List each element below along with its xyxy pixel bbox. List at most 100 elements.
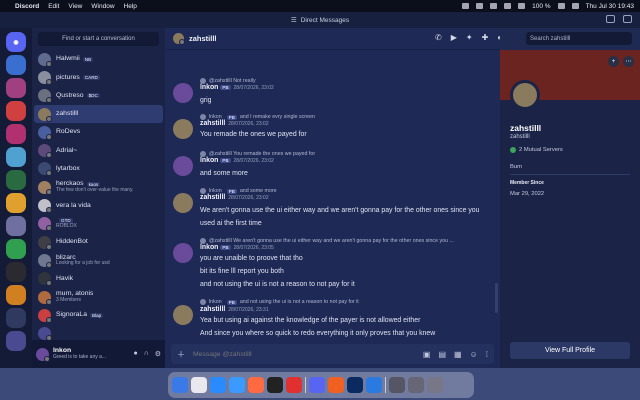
- avatar[interactable]: [173, 243, 193, 263]
- finder-icon[interactable]: [172, 377, 188, 393]
- server-icon[interactable]: [6, 193, 26, 213]
- add-attachment-icon[interactable]: ＋: [177, 349, 185, 360]
- pin-icon[interactable]: ✦: [466, 33, 473, 42]
- chatgpt-icon[interactable]: [267, 377, 283, 393]
- inbox-icon[interactable]: [606, 15, 615, 23]
- server-icon[interactable]: [6, 262, 26, 282]
- server-icon[interactable]: [6, 124, 26, 144]
- dm-list-item[interactable]: Qustreso $DC: [32, 87, 165, 105]
- status-icon[interactable]: [490, 3, 498, 9]
- photos-icon[interactable]: [248, 377, 264, 393]
- search-icon[interactable]: [571, 3, 579, 9]
- add-friend-icon[interactable]: +: [608, 56, 619, 67]
- server-icon[interactable]: [6, 170, 26, 190]
- dm-list-item[interactable]: blizarc Looking for a job for usd: [32, 251, 165, 269]
- mutual-servers[interactable]: 2 Mutual Servers: [510, 147, 563, 153]
- dm-list-item[interactable]: Havik: [32, 270, 165, 288]
- avatar[interactable]: [173, 156, 193, 176]
- app-icon[interactable]: [366, 377, 382, 393]
- reply-preview[interactable]: lnkon PB and not using the ui is not a rea…: [200, 299, 359, 305]
- avatar[interactable]: [173, 83, 193, 103]
- dm-list-item[interactable]: Halwmii NB: [32, 50, 165, 68]
- profile-toggle-icon[interactable]: ◐: [497, 33, 502, 42]
- dm-list-item[interactable]: GTD ROBLOX: [32, 215, 165, 233]
- menu-window[interactable]: Window: [91, 3, 114, 10]
- video-icon[interactable]: ▶: [451, 33, 457, 42]
- dm-list-item[interactable]: RoDevs: [32, 123, 165, 141]
- server-icon[interactable]: [6, 101, 26, 121]
- more-options-icon[interactable]: ⋯: [623, 56, 634, 67]
- emoji-icon[interactable]: ☺: [470, 350, 478, 359]
- avatar[interactable]: [173, 193, 193, 213]
- reply-preview[interactable]: @zahstilll We aren't gonna use the ui ei…: [200, 238, 454, 244]
- menu-view[interactable]: View: [68, 3, 82, 10]
- dm-list-item[interactable]: vera la vida: [32, 196, 165, 214]
- search-input[interactable]: Search zahstilll: [526, 32, 632, 45]
- view-full-profile-button[interactable]: View Full Profile: [510, 342, 630, 359]
- menu-edit[interactable]: Edit: [48, 3, 59, 10]
- trash-icon[interactable]: [427, 377, 443, 393]
- launchpad-icon[interactable]: [191, 377, 207, 393]
- server-icon[interactable]: [6, 147, 26, 167]
- dm-list-item[interactable]: herckaos kaos The few don't over-value the…: [32, 178, 165, 196]
- sticker-icon[interactable]: ▦: [454, 350, 462, 359]
- gif-icon[interactable]: ▤: [438, 350, 446, 359]
- clock[interactable]: Thu Jul 30 19:43: [586, 3, 634, 10]
- message-author[interactable]: lnkon: [200, 84, 218, 91]
- battery-icon[interactable]: [557, 3, 565, 9]
- status-icon[interactable]: [476, 3, 484, 9]
- wifi-icon[interactable]: [518, 3, 526, 9]
- menu-app-name[interactable]: Discord: [15, 3, 39, 10]
- folder-icon[interactable]: [389, 377, 405, 393]
- message-input[interactable]: [193, 350, 415, 358]
- folder-icon[interactable]: [408, 377, 424, 393]
- headphones-icon[interactable]: ∩: [144, 350, 149, 358]
- help-icon[interactable]: [623, 15, 632, 23]
- status-icon[interactable]: [504, 3, 512, 9]
- dm-list-item[interactable]: pictures CARD: [32, 68, 165, 86]
- server-icon[interactable]: [6, 55, 26, 75]
- chat-title[interactable]: zahstilll: [189, 34, 217, 43]
- dm-list-item[interactable]: zahstilll: [34, 104, 163, 124]
- message-author[interactable]: lnkon: [200, 157, 218, 164]
- dm-list-item[interactable]: SignoraLa Blap: [32, 306, 165, 324]
- dm-list-item[interactable]: Adrial~: [32, 141, 165, 159]
- add-friend-icon[interactable]: ✚: [482, 33, 489, 42]
- message-author[interactable]: zahstilll: [200, 194, 225, 201]
- gift-icon[interactable]: ▣: [423, 350, 431, 359]
- avatar[interactable]: [173, 33, 185, 45]
- discord-icon[interactable]: [309, 377, 325, 393]
- safari-icon[interactable]: [210, 377, 226, 393]
- message-author[interactable]: zahstilll: [200, 120, 225, 127]
- server-icon[interactable]: [6, 239, 26, 259]
- dm-list-item[interactable]: [32, 324, 165, 340]
- roblox-icon[interactable]: [286, 377, 302, 393]
- discord-home-icon[interactable]: ◉: [6, 32, 26, 52]
- server-icon[interactable]: [6, 216, 26, 236]
- server-icon[interactable]: [6, 308, 26, 328]
- profile-avatar[interactable]: [510, 80, 540, 110]
- server-icon[interactable]: [6, 285, 26, 305]
- find-conversation-button[interactable]: Find or start a conversation: [38, 32, 159, 46]
- message-text: We aren't gonna use the ui either way an…: [200, 207, 480, 214]
- photoshop-icon[interactable]: [347, 377, 363, 393]
- apps-icon[interactable]: ⁞: [486, 350, 488, 359]
- mic-icon[interactable]: ●: [133, 350, 137, 358]
- dm-list-item[interactable]: HiddenBot: [32, 233, 165, 251]
- dm-list-item[interactable]: lytarbox: [32, 160, 165, 178]
- avatar[interactable]: [173, 305, 193, 325]
- app-icon[interactable]: [328, 377, 344, 393]
- dm-list-item[interactable]: murn, atonis 3 Members: [32, 288, 165, 306]
- message-author[interactable]: zahstilll: [200, 306, 225, 313]
- call-icon[interactable]: ✆: [435, 33, 442, 42]
- status-icon[interactable]: [462, 3, 470, 9]
- menu-help[interactable]: Help: [124, 3, 137, 10]
- settings-icon[interactable]: ⚙: [155, 350, 161, 358]
- server-icon[interactable]: [6, 331, 26, 351]
- avatar[interactable]: [36, 347, 50, 362]
- server-icon[interactable]: [6, 78, 26, 98]
- scrollbar[interactable]: [495, 283, 498, 313]
- message-author[interactable]: lnkon: [200, 244, 218, 251]
- avatar[interactable]: [173, 119, 193, 139]
- mail-icon[interactable]: [229, 377, 245, 393]
